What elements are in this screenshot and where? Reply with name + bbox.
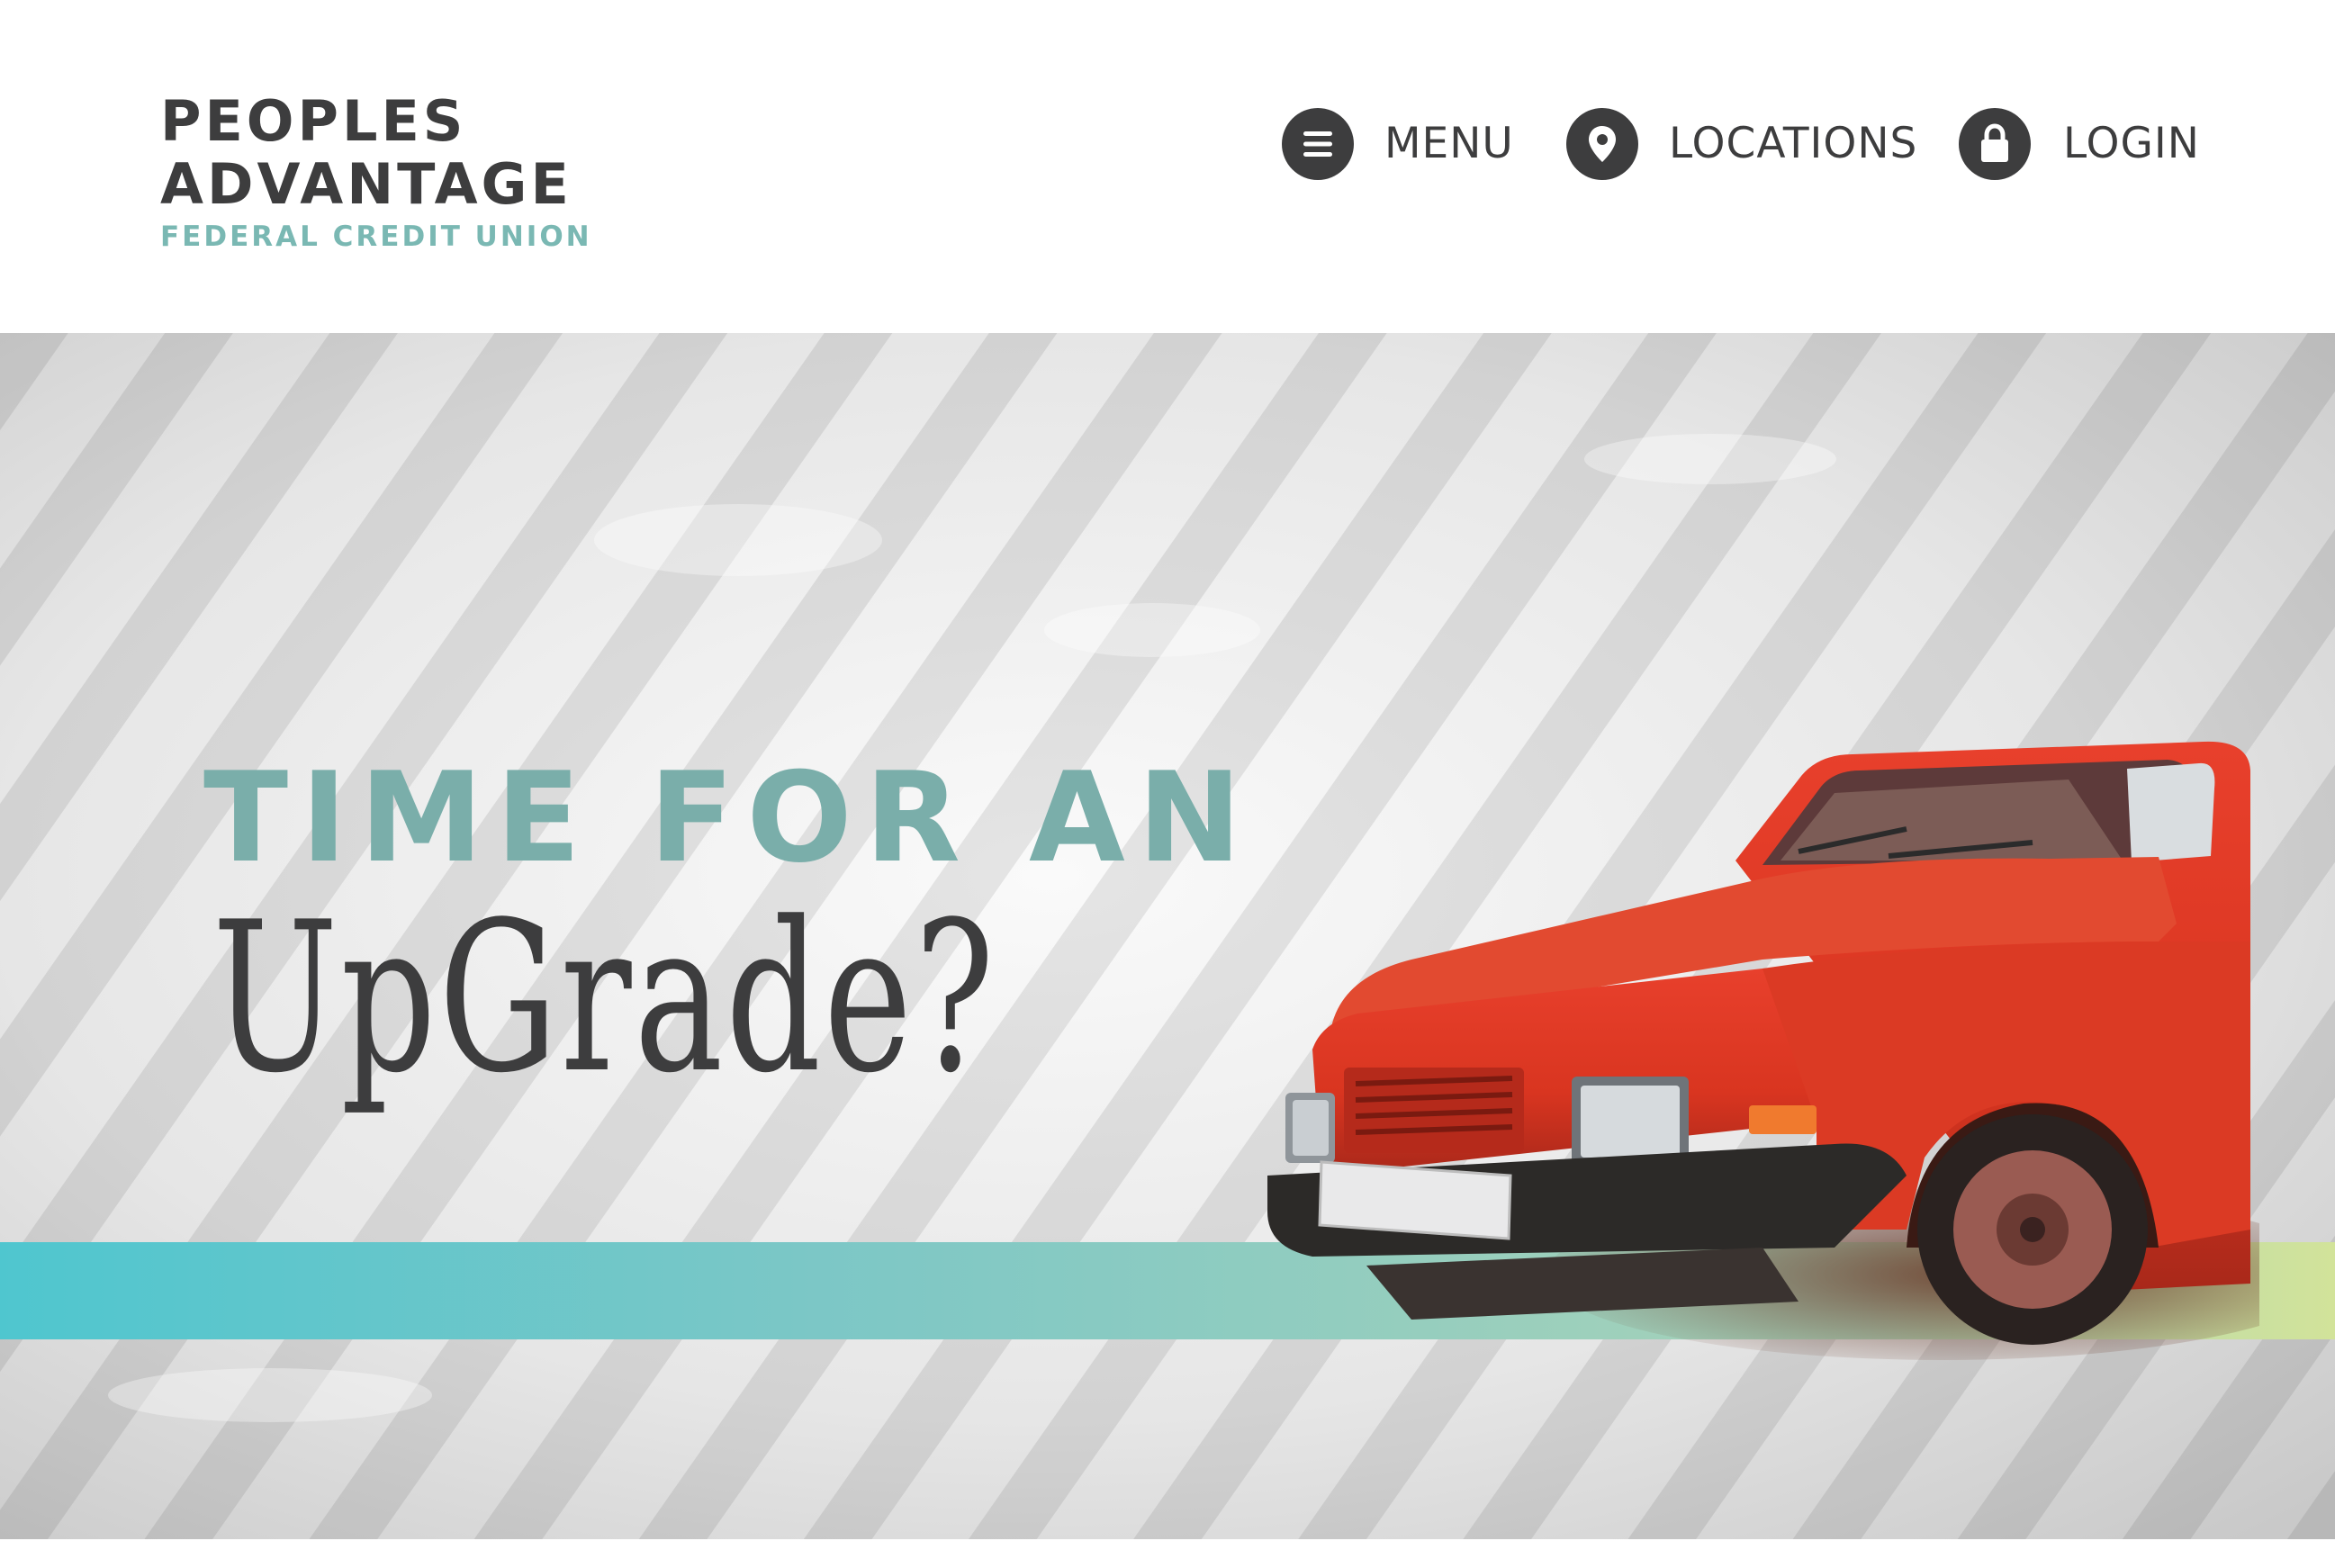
logo-line-advantage: ADVANTAGE bbox=[160, 151, 572, 217]
menu-button[interactable]: MENU bbox=[1282, 106, 1525, 182]
map-pin-icon bbox=[1566, 108, 1638, 180]
menu-label: MENU bbox=[1384, 119, 1514, 168]
hero-banner[interactable]: TIME FOR AN UpGrade? bbox=[0, 333, 2335, 1539]
locations-label: LOCATIONS bbox=[1669, 119, 1918, 168]
logo-line-fcu: FEDERAL CREDIT UNION bbox=[160, 221, 592, 253]
red-car-image bbox=[1267, 741, 2259, 1360]
site-header: PEOPLES ADVANTAGE FEDERAL CREDIT UNION M… bbox=[0, 0, 2335, 333]
headline-upgrade: UpGrade? bbox=[212, 879, 997, 1119]
lock-icon bbox=[1959, 108, 2031, 180]
top-nav: MENU LOCATIONS LOGIN bbox=[1282, 106, 2200, 182]
headline-time-for-an: TIME FOR AN bbox=[203, 745, 1255, 890]
hamburger-icon bbox=[1282, 108, 1354, 180]
logo-line-peoples: PEOPLES bbox=[160, 88, 467, 154]
login-button[interactable]: LOGIN bbox=[1959, 106, 2200, 182]
login-label: LOGIN bbox=[2063, 119, 2200, 168]
page-bottom-spacer bbox=[0, 1539, 2335, 1568]
brand-logo[interactable]: PEOPLES ADVANTAGE FEDERAL CREDIT UNION bbox=[160, 90, 610, 261]
locations-button[interactable]: LOCATIONS bbox=[1566, 106, 1935, 182]
